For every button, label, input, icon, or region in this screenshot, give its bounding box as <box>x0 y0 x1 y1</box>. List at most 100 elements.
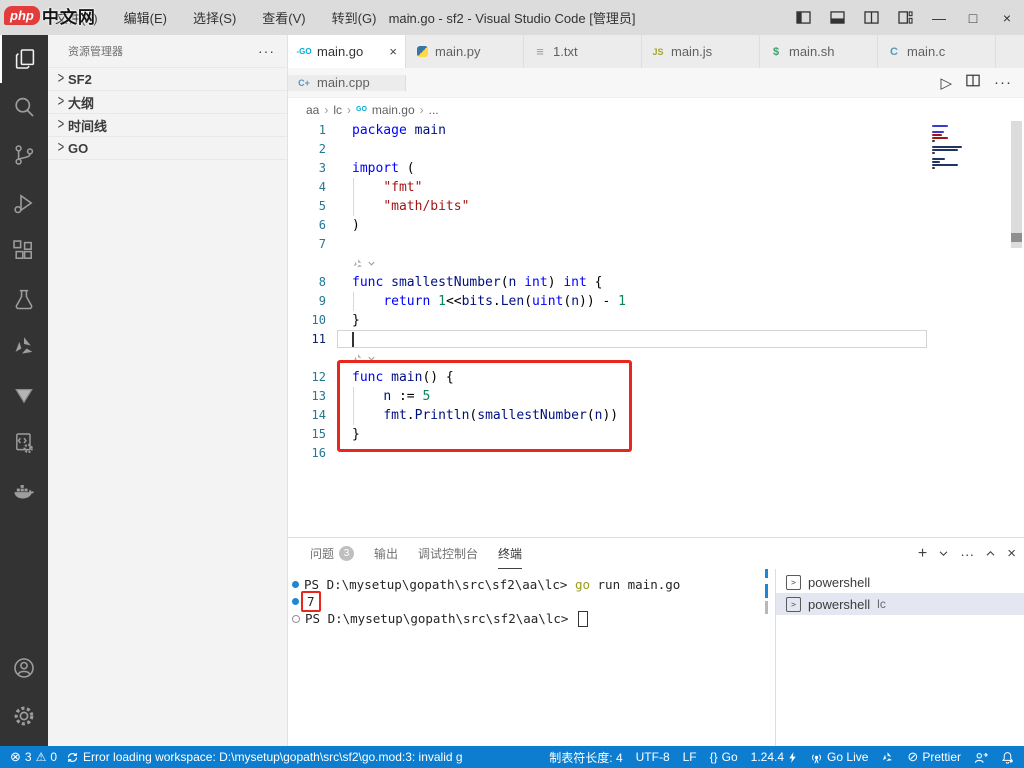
minimap[interactable] <box>932 125 990 173</box>
settings-gear-icon[interactable] <box>0 692 48 740</box>
warning-icon: ⚠ <box>35 750 47 764</box>
customize-layout-icon[interactable] <box>888 0 922 35</box>
terminal-item-powershell-lc[interactable]: > powershell lc <box>776 593 1024 615</box>
terminal-output[interactable]: PS D:\mysetup\gopath\src\sf2\aa\lc> go r… <box>288 569 776 746</box>
section-go[interactable]: > GO <box>48 136 287 160</box>
menu-goto[interactable]: 转到(G) <box>319 8 390 27</box>
chevron-down-icon[interactable] <box>939 550 948 557</box>
code-line[interactable]: 3 import ( <box>288 159 1024 178</box>
breadcrumb-item[interactable]: main.go <box>372 103 415 117</box>
toggle-sidebar-icon[interactable] <box>786 0 820 35</box>
cpp-file-icon: C+ <box>298 77 310 88</box>
terminal-line[interactable]: 7 <box>288 591 776 612</box>
workspace-error-status[interactable]: Error loading workspace: D:\mysetup\gopa… <box>66 750 463 764</box>
panel-header: 问题 3 输出 调试控制台 终端 + ··· × <box>288 538 1024 569</box>
tab-main-js[interactable]: JS main.js <box>642 35 760 68</box>
breadcrumb-item[interactable]: aa <box>306 103 319 117</box>
terminal-list: > powershell > powershell lc <box>775 569 1024 746</box>
go-version-status[interactable]: 1.24.4 <box>751 750 797 764</box>
code-line[interactable]: 11 <box>288 330 1024 349</box>
code-line[interactable]: 12 func main() { <box>288 368 1024 387</box>
codelens-row[interactable] <box>288 349 1024 368</box>
maximize-button[interactable]: □ <box>956 0 990 35</box>
tab-main-go[interactable]: -GO main.go × <box>288 35 406 68</box>
breadcrumb-item[interactable]: ... <box>429 103 439 117</box>
ai-extension-pinwheel-icon[interactable] <box>0 323 48 371</box>
encoding-status[interactable]: UTF-8 <box>636 750 670 764</box>
section-outline[interactable]: > 大纲 <box>48 90 287 113</box>
code-runner-icon[interactable] <box>0 419 48 467</box>
tab-row-1: -GO main.go × main.py ≡ 1.txt JS main.js… <box>288 35 1024 68</box>
explorer-icon[interactable] <box>0 35 48 83</box>
terminal-line[interactable]: PS D:\mysetup\gopath\src\sf2\aa\lc> go r… <box>288 576 776 593</box>
code-line[interactable]: 1 package main <box>288 121 1024 140</box>
menu-selection[interactable]: 选择(S) <box>180 8 249 27</box>
tab-debug-console[interactable]: 调试控制台 <box>418 538 478 569</box>
code-line[interactable]: 9 return 1<<bits.Len(uint(n)) - 1 <box>288 292 1024 311</box>
notifications-bell-icon[interactable] <box>1001 751 1014 764</box>
search-icon[interactable] <box>0 83 48 131</box>
section-sf2[interactable]: > SF2 <box>48 67 287 90</box>
close-panel-icon[interactable]: × <box>1007 545 1016 562</box>
tab-terminal[interactable]: 终端 <box>498 538 523 569</box>
menu-view[interactable]: 查看(V) <box>249 8 318 27</box>
code-line[interactable]: 6) <box>288 216 1024 235</box>
menu-edit[interactable]: 编辑(E) <box>111 8 180 27</box>
codelens-row[interactable] <box>288 254 1024 273</box>
terminal-item-powershell[interactable]: > powershell <box>776 571 1024 593</box>
tab-main-cpp[interactable]: C+ main.cpp <box>288 74 406 91</box>
tab-1-txt[interactable]: ≡ 1.txt <box>524 35 642 68</box>
tab-output[interactable]: 输出 <box>374 538 398 569</box>
split-editor-icon[interactable] <box>966 74 980 92</box>
prettier-status[interactable]: ⊘ Prettier <box>907 749 961 765</box>
maximize-panel-icon[interactable] <box>986 550 995 557</box>
extensions-icon[interactable] <box>0 227 48 275</box>
tab-main-sh[interactable]: $ main.sh <box>760 35 878 68</box>
editor-group: -GO main.go × main.py ≡ 1.txt JS main.js… <box>288 35 1024 537</box>
code-line[interactable]: 2 <box>288 140 1024 159</box>
account-icon[interactable] <box>0 644 48 692</box>
code-line[interactable]: 5 "math/bits" <box>288 197 1024 216</box>
tab-problems[interactable]: 问题 3 <box>310 538 355 569</box>
lightning-icon <box>788 751 797 764</box>
eol-status[interactable]: LF <box>683 750 697 764</box>
close-window-button[interactable]: × <box>990 0 1024 35</box>
live-server-triangle-icon[interactable] <box>0 371 48 419</box>
run-and-debug-icon[interactable] <box>0 179 48 227</box>
menubar: 文件(F) 编辑(E) 选择(S) 查看(V) 转到(G) ··· <box>42 8 428 27</box>
code-line[interactable]: 14 fmt.Println(smallestNumber(n)) <box>288 406 1024 425</box>
feedback-icon[interactable] <box>974 751 988 764</box>
code-line[interactable]: 7 <box>288 235 1024 254</box>
section-timeline[interactable]: > 时间线 <box>48 113 287 136</box>
code-line[interactable]: 13 n := 5 <box>288 387 1024 406</box>
testing-beaker-icon[interactable] <box>0 275 48 323</box>
code-line[interactable]: 10} <box>288 311 1024 330</box>
tab-main-c[interactable]: C main.c <box>878 35 996 68</box>
split-editor-icon[interactable] <box>854 0 888 35</box>
code-line[interactable]: 8 func smallestNumber(n int) int { <box>288 273 1024 292</box>
close-tab-icon[interactable]: × <box>389 44 397 59</box>
code-line[interactable]: 16 <box>288 444 1024 463</box>
explorer-more-actions-icon[interactable]: ··· <box>258 43 275 59</box>
breadcrumb-item[interactable]: lc <box>333 103 342 117</box>
problems-status[interactable]: ⊗ 3 ⚠ 0 <box>10 749 57 765</box>
language-mode-status[interactable]: {} Go <box>710 750 738 764</box>
minimize-button[interactable]: — <box>922 0 956 35</box>
run-file-icon[interactable]: ▷ <box>940 74 952 92</box>
menu-more[interactable]: ··· <box>389 8 428 27</box>
editor-scrollbar[interactable] <box>1011 121 1022 248</box>
toggle-panel-icon[interactable] <box>820 0 854 35</box>
more-actions-icon[interactable]: ··· <box>960 546 974 562</box>
code-editor[interactable]: 1 package main 2 3 import (4 "fmt" 5 "math/bi… <box>288 121 1024 537</box>
code-line[interactable]: 4 "fmt" <box>288 178 1024 197</box>
terminal-line[interactable]: PS D:\mysetup\gopath\src\sf2\aa\lc> <box>288 610 776 627</box>
source-control-icon[interactable] <box>0 131 48 179</box>
go-live-status[interactable]: Go Live <box>810 750 868 764</box>
ai-extension-status-icon[interactable] <box>881 751 894 764</box>
tab-size-status[interactable]: 制表符长度: 4 <box>549 749 622 766</box>
code-line[interactable]: 15} <box>288 425 1024 444</box>
new-terminal-icon[interactable]: + <box>918 545 927 563</box>
tab-main-py[interactable]: main.py <box>406 35 524 68</box>
docker-icon[interactable] <box>0 467 48 515</box>
more-actions-icon[interactable]: ··· <box>994 74 1012 91</box>
